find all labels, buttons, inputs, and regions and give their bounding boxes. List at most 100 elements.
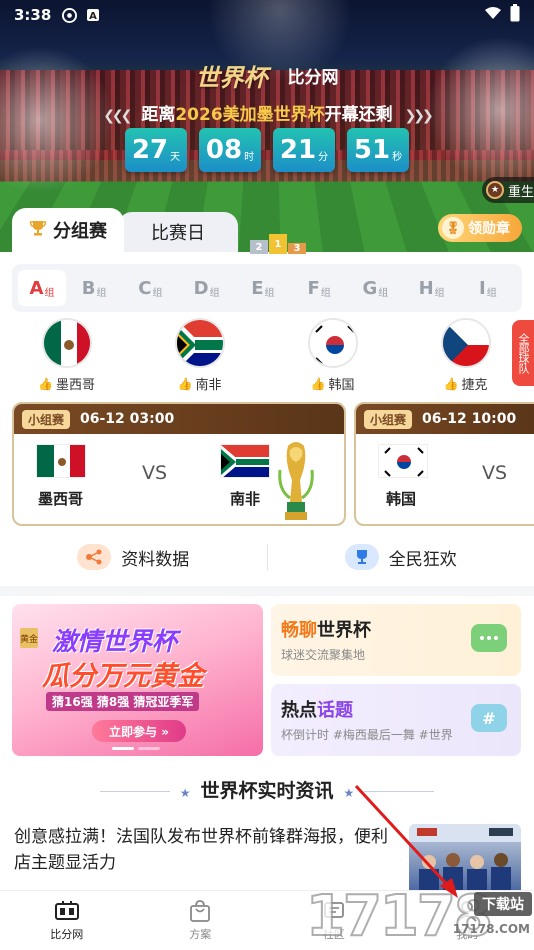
- gold-badge: 黄金: [20, 628, 38, 648]
- promo-banner[interactable]: 黄金 激情世界杯 瓜分万元黄金 猜16强 猜8强 猜冠亚季军 立即参与 »: [12, 604, 263, 756]
- czech-flag-icon: [440, 318, 491, 368]
- like-icon[interactable]: 👍: [311, 377, 326, 391]
- chat-card-subtitle: 球迷交流聚集地: [281, 648, 366, 662]
- group-tab-f[interactable]: F组: [291, 270, 347, 306]
- svg-text:A: A: [89, 11, 97, 22]
- group-tab-d[interactable]: D组: [179, 270, 235, 306]
- podium-graphic: 2 1 3: [250, 234, 306, 254]
- watermark-download: 下载站: [474, 892, 532, 916]
- join-now-button[interactable]: 立即参与 »: [92, 720, 186, 742]
- status-bar: 3:38 A: [0, 0, 534, 30]
- tab-group-stage[interactable]: 分组赛: [12, 208, 124, 252]
- news-section-title: ★ 世界杯实时资讯 ★: [0, 776, 534, 803]
- like-icon[interactable]: 👍: [38, 377, 53, 391]
- app-notify-icon: [61, 7, 77, 23]
- feature-links: 资料数据 全民狂欢: [0, 534, 534, 580]
- tab-match-day[interactable]: 比赛日: [118, 212, 238, 252]
- avatar-icon: ★: [486, 181, 504, 199]
- match-tag: 小组赛: [22, 409, 71, 429]
- countdown-suffix: 开幕还剩: [324, 105, 393, 125]
- like-icon[interactable]: 👍: [444, 377, 459, 391]
- countdown-title: ❮❮❮ 距离2026美加墨世界杯开幕还剩 ❯❯❯: [0, 100, 534, 125]
- group-tab-b[interactable]: B组: [66, 270, 122, 306]
- site-watermark: 17178 下载站 17178.COM: [305, 878, 534, 950]
- group-tab-a[interactable]: A组: [18, 270, 66, 306]
- worldcup-logo-text: 世界杯: [195, 63, 268, 92]
- side-promo-pill[interactable]: ★ 重生: [482, 177, 534, 203]
- mexico-flag-icon: [41, 318, 92, 368]
- home-team-name: 韩国: [386, 490, 417, 508]
- bag-icon: [187, 899, 213, 923]
- match-tag: 小组赛: [364, 409, 413, 429]
- group-selector: A组 B组 C组 D组 E组 F组 G组 H组 I组: [12, 264, 522, 312]
- main-tabs: 比赛日 分组赛 2 1 3 🎖 领勋章: [0, 208, 534, 260]
- all-teams-button[interactable]: 全部球队: [512, 320, 534, 386]
- group-tab-h[interactable]: H组: [404, 270, 460, 306]
- status-time: 3:38: [14, 6, 52, 24]
- claim-medal-button[interactable]: 🎖 领勋章: [438, 214, 522, 242]
- chevrons-right-icon: ❯❯❯: [404, 108, 434, 124]
- side-promo-label: 重生: [508, 184, 534, 200]
- group-tab-i[interactable]: I组: [460, 270, 516, 306]
- medal-icon: 🎖: [442, 217, 464, 239]
- group-tab-e[interactable]: E组: [235, 270, 291, 306]
- chat-worldcup-card[interactable]: 畅聊世界杯 球迷交流聚集地: [271, 604, 521, 676]
- hashtag-icon: #: [471, 704, 507, 732]
- countdown-prefix: 距离: [141, 105, 176, 125]
- promo-subtitle: 瓜分万元黄金: [42, 661, 204, 692]
- content-panel: A组 B组 C组 D组 E组 F组 G组 H组 I组 👍 墨西哥 👍 南非 👍 …: [0, 252, 534, 950]
- countdown-timer: 27 天 08 时 21 分 51 秒: [0, 128, 534, 172]
- countdown-minutes: 21 分: [273, 128, 335, 172]
- team-item-south-africa[interactable]: 👍 南非: [133, 318, 266, 394]
- vs-label: VS: [142, 462, 168, 484]
- like-icon[interactable]: 👍: [178, 377, 193, 391]
- watermark-number: 17178: [305, 883, 494, 950]
- promo-title: 激情世界杯: [52, 627, 178, 656]
- promo-tagline: 猜16强 猜8强 猜冠亚季军: [46, 692, 200, 711]
- match-header: 小组赛 06-12 10:00: [356, 404, 534, 434]
- hot-card-subtitle: 杯倒计时 #梅西最后一舞 #世界: [281, 728, 453, 742]
- match-card[interactable]: 小组赛 06-12 03:00 墨西哥 VS 南非: [12, 402, 346, 526]
- match-time: 06-12 10:00: [422, 411, 517, 427]
- data-stats-link[interactable]: 资料数据: [0, 544, 267, 570]
- countdown-seconds: 51 秒: [347, 128, 409, 172]
- font-notify-icon: A: [85, 7, 101, 23]
- star-icon: ★: [179, 786, 191, 800]
- countdown-highlight: 2026美加墨世界杯: [175, 105, 325, 125]
- countdown-days: 27 天: [125, 128, 187, 172]
- group-tab-g[interactable]: G组: [347, 270, 403, 306]
- trophy-icon: [278, 442, 314, 520]
- hot-topic-card[interactable]: 热点话题 杯倒计时 #梅西最后一舞 #世界 #: [271, 684, 521, 756]
- app-brand-text: 比分网: [287, 68, 339, 88]
- team-item-mexico[interactable]: 👍 墨西哥: [0, 318, 133, 394]
- scoreboard-icon: [54, 899, 80, 923]
- korea-flag-icon: [378, 444, 428, 478]
- app-screen: 3:38 A 世界杯 比分网 ❮❮❮ 距离2026美加墨世界杯开幕还剩 ❯❯❯ …: [0, 0, 534, 950]
- vs-label: VS: [482, 462, 508, 484]
- home-team-name: 墨西哥: [38, 490, 84, 508]
- team-list: 👍 墨西哥 👍 南非 👍 韩国 👍 捷克: [0, 318, 534, 394]
- wifi-icon: [484, 6, 502, 24]
- nav-scores[interactable]: 比分网: [0, 891, 134, 950]
- match-header: 小组赛 06-12 03:00: [14, 404, 344, 434]
- south-africa-flag-icon: [220, 444, 270, 478]
- star-icon: ★: [343, 786, 355, 800]
- hot-card-title: 热点话题: [281, 700, 353, 721]
- match-card[interactable]: 小组赛 06-12 10:00 韩国 VS: [354, 402, 534, 526]
- carnival-link[interactable]: 全民狂欢: [268, 544, 534, 570]
- nav-plans[interactable]: 方案: [134, 891, 268, 950]
- hero-brand: 世界杯 比分网: [0, 58, 534, 93]
- watermark-domain: 17178.COM: [452, 922, 530, 936]
- south-africa-flag-icon: [174, 318, 225, 368]
- chat-card-title: 畅聊世界杯: [281, 620, 371, 641]
- countdown-hours: 08 时: [199, 128, 261, 172]
- team-item-korea[interactable]: 👍 韩国: [266, 318, 399, 394]
- group-tab-c[interactable]: C组: [122, 270, 178, 306]
- cup-icon: [344, 544, 379, 570]
- chevrons-left-icon: ❮❮❮: [103, 108, 132, 124]
- news-headline[interactable]: 创意感拉满！法国队发布世界杯前锋群海报，便利店主题显活力: [14, 824, 394, 876]
- away-team-name: 南非: [230, 490, 261, 508]
- match-time: 06-12 03:00: [80, 411, 175, 427]
- network-icon: [77, 544, 112, 570]
- chat-bubble-icon: [471, 624, 507, 652]
